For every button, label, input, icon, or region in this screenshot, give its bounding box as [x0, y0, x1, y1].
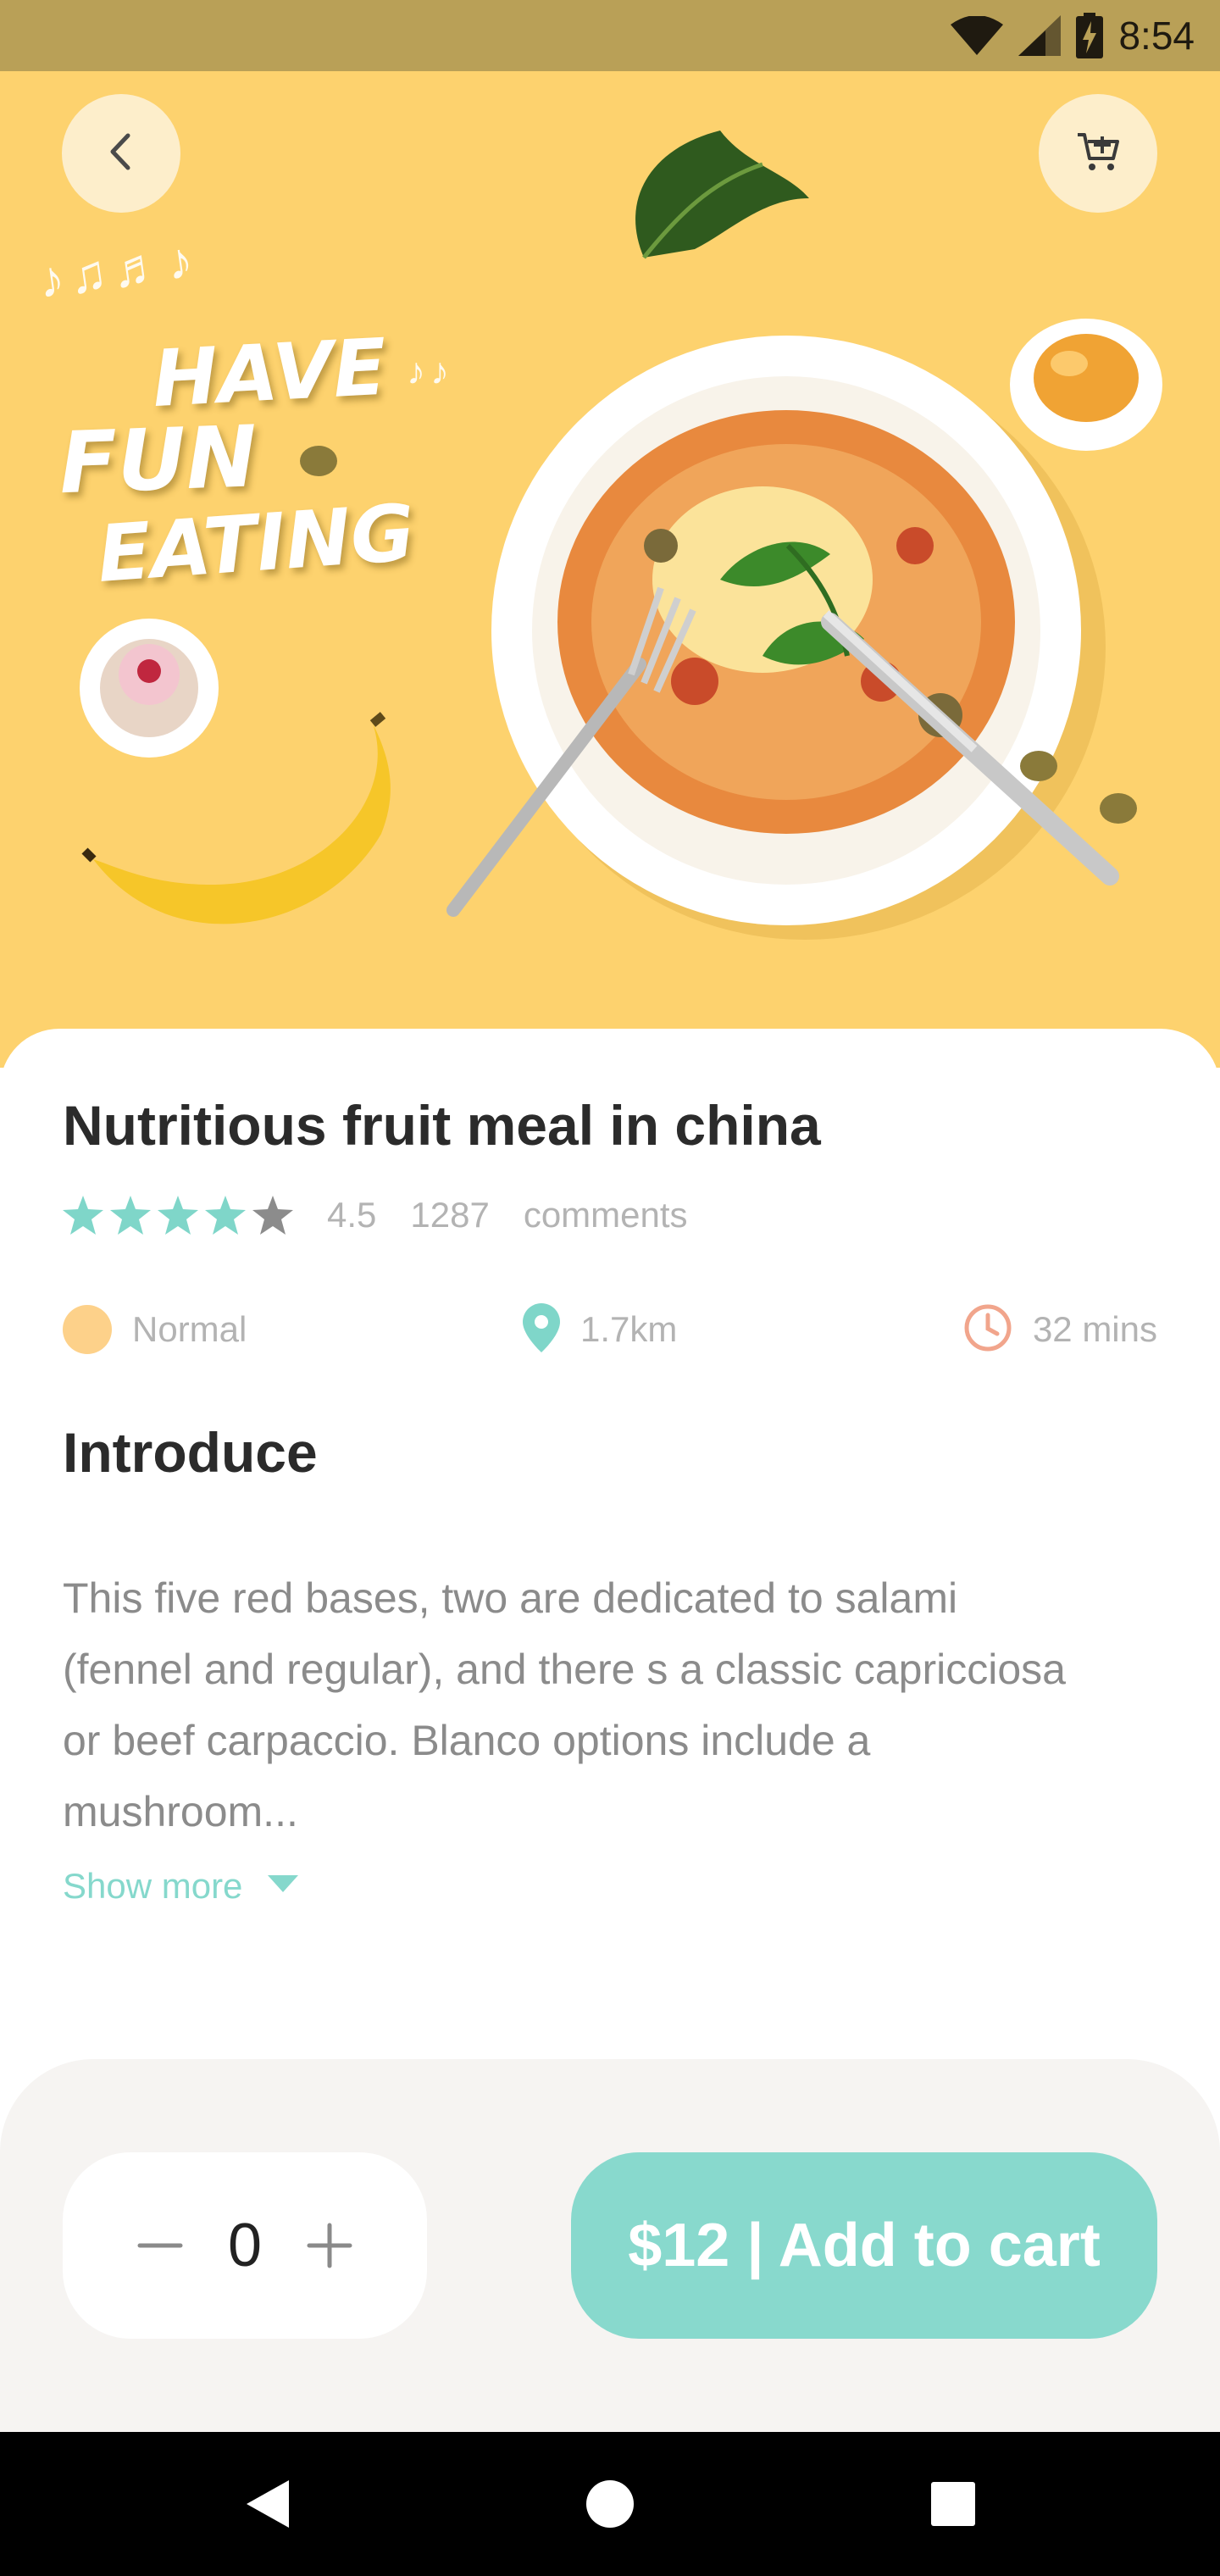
square-recents-icon	[931, 2482, 975, 2526]
star-icon	[252, 1196, 293, 1235]
system-nav-bar	[0, 2432, 1220, 2576]
slogan-line: EATING	[94, 487, 418, 600]
caret-down-icon	[268, 1874, 299, 1898]
battery-charging-icon	[1076, 13, 1104, 58]
distance-info: 1.7km	[523, 1300, 677, 1359]
distance-text: 1.7km	[580, 1309, 678, 1349]
nav-back-button[interactable]	[191, 2432, 343, 2576]
rating-value: 4.5	[327, 1195, 377, 1235]
star-icon	[110, 1196, 151, 1235]
chevron-left-icon	[104, 130, 138, 177]
cart-button[interactable]	[1039, 94, 1157, 213]
time-text: 32 mins	[1032, 1309, 1157, 1349]
cart-add-icon	[1074, 130, 1122, 178]
circle-home-icon	[586, 2480, 634, 2528]
product-detail-screen: 8:54 ♪♫♬♪ ♪♪ HAVE FUN EATING Nutritious …	[0, 0, 1220, 2576]
clock-icon	[963, 1303, 1012, 1357]
plus-icon	[307, 2223, 352, 2268]
decrease-button[interactable]	[130, 2216, 190, 2275]
level-text: Normal	[132, 1309, 247, 1349]
time-info: 32 mins	[963, 1300, 1157, 1359]
cell-signal-icon	[1018, 15, 1062, 56]
add-to-cart-button[interactable]: $12 | Add to cart	[571, 2152, 1157, 2339]
show-more-link[interactable]: Show more	[63, 1861, 299, 1912]
level-dot-icon	[63, 1305, 112, 1354]
star-icon	[205, 1196, 246, 1235]
star-icon	[158, 1196, 198, 1235]
cupcake-decoration	[80, 619, 219, 758]
dish-title: Nutritious fruit meal in china	[63, 1094, 821, 1157]
slogan-line: HAVE	[150, 321, 389, 425]
star-icon	[63, 1196, 103, 1235]
location-pin-icon	[523, 1302, 560, 1357]
quantity-value: 0	[227, 2212, 263, 2279]
wifi-icon	[951, 16, 1004, 55]
details-card: Nutritious fruit meal in china 4.5 1287 …	[0, 1029, 1220, 2062]
nav-home-button[interactable]	[534, 2432, 686, 2576]
olive-decoration	[1020, 751, 1057, 781]
back-button[interactable]	[62, 94, 180, 213]
honey-bowl-decoration	[1010, 319, 1162, 451]
introduce-text: This five red bases, two are dedicated t…	[63, 1574, 1066, 1835]
rating-row: 4.5 1287 comments	[63, 1190, 688, 1241]
comment-count: 1287	[410, 1195, 490, 1235]
comments-label: comments	[523, 1195, 688, 1235]
pasta-decoration	[557, 410, 1015, 834]
hero-image: ♪♫♬♪ ♪♪ HAVE FUN EATING	[0, 71, 1220, 1068]
olive-decoration	[1100, 793, 1137, 824]
meta-row: Normal 1.7km 32 mins	[63, 1300, 1157, 1359]
level-info: Normal	[63, 1300, 247, 1359]
slogan-text: HAVE FUN EATING	[58, 322, 418, 600]
clock-time: 8:54	[1118, 14, 1195, 58]
increase-button[interactable]	[300, 2216, 359, 2275]
quantity-stepper: 0	[63, 2152, 427, 2339]
show-more-label: Show more	[63, 1866, 243, 1906]
star-rating	[63, 1196, 293, 1235]
leaf-decoration	[635, 130, 809, 259]
nav-recents-button[interactable]	[877, 2432, 1029, 2576]
status-bar: 8:54	[0, 0, 1220, 71]
triangle-back-icon	[247, 2480, 289, 2528]
minus-icon	[137, 2243, 183, 2248]
purchase-bar: 0 $12 | Add to cart	[0, 2059, 1220, 2432]
introduce-heading: Introduce	[63, 1421, 318, 1484]
